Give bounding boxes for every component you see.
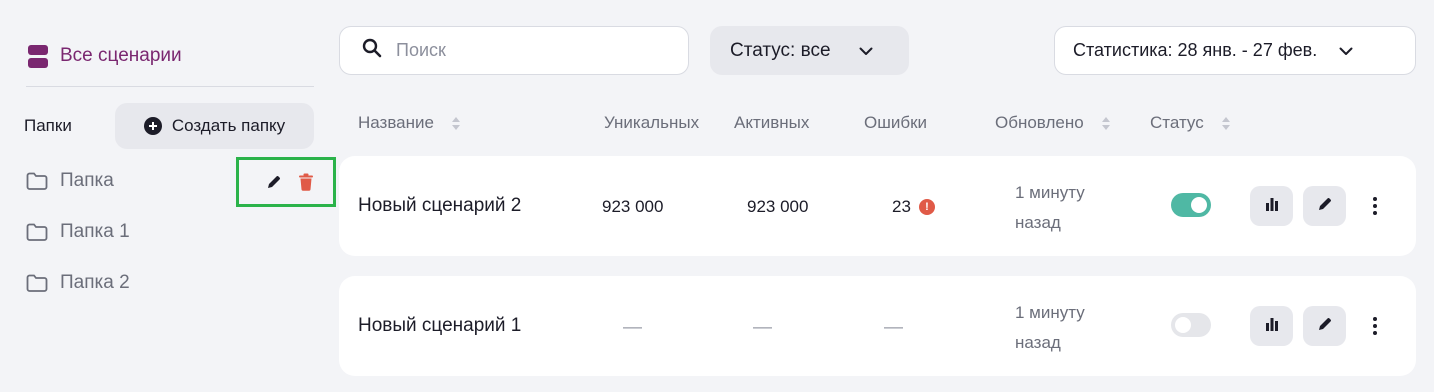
folder-actions-highlight (236, 157, 336, 207)
statistics-button[interactable] (1250, 186, 1293, 226)
create-folder-label: Создать папку (171, 116, 286, 135)
column-header-active: Активных (734, 112, 809, 134)
status-filter-label: Статус: все (730, 39, 831, 61)
bar-chart-icon (1264, 197, 1280, 216)
folder-icon (26, 172, 48, 190)
errors-count: 23 (892, 197, 911, 216)
sidebar: Все сценарии Папки Создать папку Папка П… (24, 0, 336, 392)
folder-label: Папка 1 (60, 221, 130, 242)
more-options-icon[interactable] (1365, 312, 1385, 340)
active-count: 923 000 (747, 197, 809, 216)
create-folder-button[interactable]: Создать папку (115, 103, 314, 149)
status-filter-dropdown[interactable]: Статус: все (710, 26, 909, 75)
all-scenarios-label: Все сценарии (60, 45, 182, 66)
sort-icon (1101, 116, 1110, 130)
statistics-button[interactable] (1250, 306, 1293, 346)
column-header-name[interactable]: Название (358, 112, 460, 134)
errors-cell: 23 ! (892, 197, 935, 217)
folder-icon (26, 223, 48, 241)
folders-heading: Папки (24, 116, 72, 135)
column-header-updated[interactable]: Обновлено (995, 112, 1110, 134)
folder-label: Папка 2 (60, 272, 130, 293)
unique-count: — (623, 317, 642, 338)
column-header-label: Активных (734, 113, 810, 132)
plus-circle-icon (143, 117, 162, 135)
pencil-icon (1317, 196, 1333, 217)
all-scenarios-link[interactable]: Все сценарии (28, 40, 182, 72)
search-icon (362, 38, 382, 63)
updated-time: 1 минуту назад (1015, 303, 1085, 352)
updated-time: 1 минуту назад (1015, 183, 1085, 232)
toggle-knob (1191, 197, 1207, 213)
sort-icon (1221, 116, 1230, 130)
statistics-period-label: Статистика: 28 янв. - 27 фев. (1073, 40, 1318, 60)
table-row[interactable]: Новый сценарий 1 — — — 1 минуту назад (339, 276, 1416, 376)
active-count: — (753, 317, 772, 338)
chevron-down-icon (859, 40, 873, 62)
error-alert-icon: ! (918, 199, 935, 215)
scenarios-stack-icon (28, 44, 48, 68)
column-header-label: Название (358, 113, 434, 132)
column-header-errors: Ошибки (864, 112, 927, 134)
toggle-knob (1175, 317, 1191, 333)
chevron-down-icon (1339, 40, 1353, 61)
sort-icon (451, 116, 460, 130)
bar-chart-icon (1264, 317, 1280, 336)
column-header-label: Обновлено (995, 113, 1084, 132)
folder-label: Папка (60, 170, 114, 191)
search-box (339, 26, 689, 75)
table-row[interactable]: Новый сценарий 2 923 000 923 000 23 ! 1 … (339, 156, 1416, 256)
edit-scenario-button[interactable] (1303, 186, 1346, 226)
folder-item[interactable]: Папка 1 (26, 217, 316, 247)
search-input[interactable] (396, 40, 688, 61)
column-header-unique: Уникальных (604, 112, 699, 134)
sidebar-divider (26, 86, 314, 87)
edit-folder-pencil-icon[interactable] (265, 173, 283, 191)
column-header-label: Ошибки (864, 113, 928, 132)
folder-icon (26, 274, 48, 292)
delete-folder-trash-icon[interactable] (297, 173, 315, 191)
column-header-label: Уникальных (604, 113, 700, 132)
edit-scenario-button[interactable] (1303, 306, 1346, 346)
column-header-label: Статус (1150, 113, 1204, 132)
scenario-name[interactable]: Новый сценарий 2 (358, 195, 521, 217)
status-toggle[interactable] (1171, 313, 1211, 337)
errors-count: — (884, 317, 903, 338)
column-header-status[interactable]: Статус (1150, 112, 1230, 134)
folder-item[interactable]: Папка 2 (26, 268, 316, 298)
pencil-icon (1317, 316, 1333, 337)
scenario-name[interactable]: Новый сценарий 1 (358, 315, 521, 337)
statistics-period-dropdown[interactable]: Статистика: 28 янв. - 27 фев. (1054, 26, 1416, 75)
unique-count: 923 000 (602, 197, 664, 216)
status-toggle[interactable] (1171, 193, 1211, 217)
more-options-icon[interactable] (1365, 192, 1385, 220)
